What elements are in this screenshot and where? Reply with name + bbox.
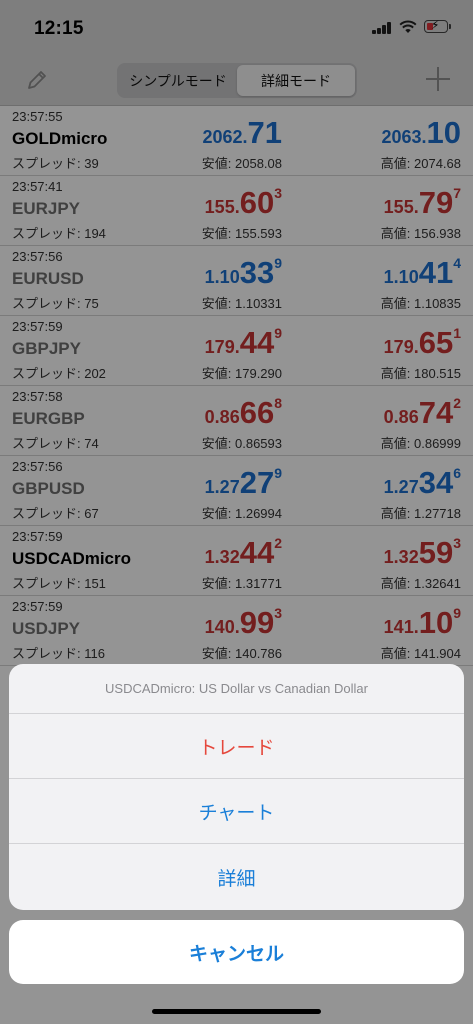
details-action-button[interactable]: 詳細	[9, 844, 464, 910]
home-indicator	[152, 1009, 321, 1014]
cancel-button[interactable]: キャンセル	[9, 920, 464, 984]
action-sheet: USDCADmicro: US Dollar vs Canadian Dolla…	[9, 664, 464, 910]
chart-action-button[interactable]: チャート	[9, 779, 464, 844]
action-sheet-title: USDCADmicro: US Dollar vs Canadian Dolla…	[9, 664, 464, 714]
trade-action-button[interactable]: トレード	[9, 714, 464, 779]
